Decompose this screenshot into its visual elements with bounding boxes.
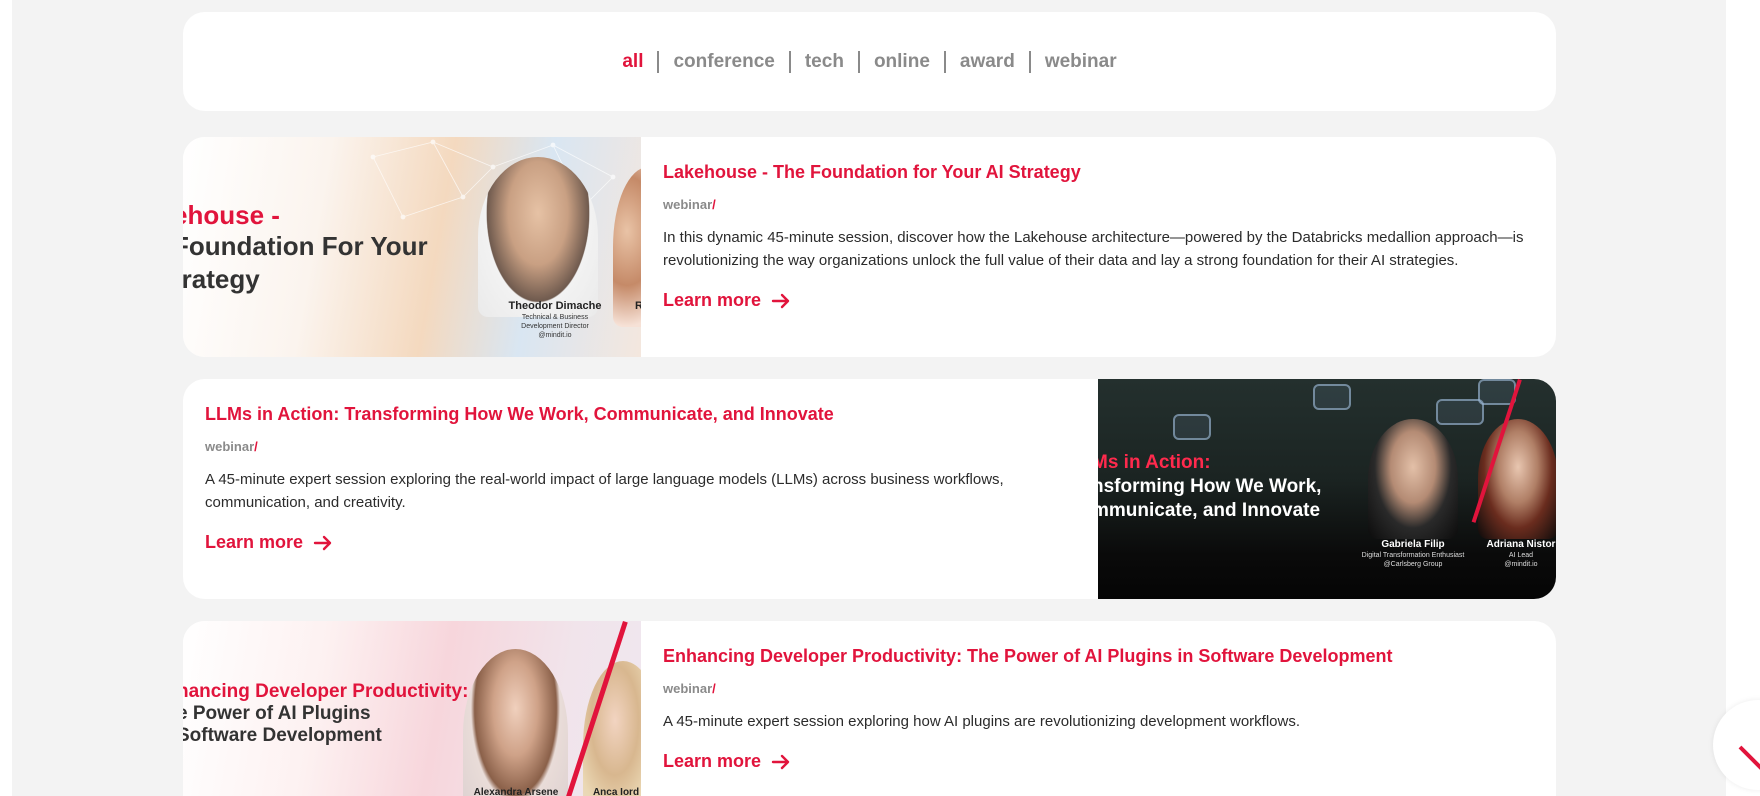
speaker-role: Digital Transformation Enthusiast xyxy=(1361,552,1465,559)
speaker-photo xyxy=(478,157,598,317)
banner-title-line2: nsforming How We Work, xyxy=(1098,476,1322,497)
event-description: A 45-minute expert session exploring the… xyxy=(205,471,1004,511)
speaker-role: Development Director xyxy=(521,323,589,330)
event-title[interactable]: Enhancing Developer Productivity: The Po… xyxy=(663,645,1533,667)
chat-bubble-decoration xyxy=(1313,384,1351,410)
event-card: nancing Developer Productivity: e Power … xyxy=(183,621,1556,796)
speaker-name: Gabriela Filip xyxy=(1381,539,1445,550)
speaker-photo xyxy=(1368,419,1458,539)
speaker-name: Adriana Nistor xyxy=(1486,539,1556,550)
event-card-body: LLMs in Action: Transforming How We Work… xyxy=(205,403,1045,553)
learn-more-label: Learn more xyxy=(205,532,304,552)
speaker-name: Alexandra Arsene xyxy=(473,787,559,796)
speaker-org: @mindit.io xyxy=(538,332,572,339)
speaker-name: Theodor Dimache xyxy=(508,300,602,312)
filter-award[interactable]: award xyxy=(946,51,1029,73)
speaker-org: @Carlsberg Group xyxy=(1383,561,1443,568)
filter-webinar[interactable]: webinar xyxy=(1031,51,1131,73)
filter-all[interactable]: all xyxy=(608,51,657,73)
tag-separator: / xyxy=(712,197,716,212)
learn-more-link[interactable]: Learn more xyxy=(205,532,333,553)
event-tag-label[interactable]: webinar xyxy=(205,439,254,454)
event-description: A 45-minute expert session exploring how… xyxy=(663,713,1301,730)
event-tag: webinar/ xyxy=(205,439,1045,454)
event-description: In this dynamic 45-minute session, disco… xyxy=(663,229,1524,269)
speaker-name: Anca Iord xyxy=(592,787,640,796)
speaker-photo xyxy=(463,649,568,796)
speaker-role: Technical & Business xyxy=(521,314,589,321)
banner-title-red: nancing Developer Productivity: xyxy=(183,681,469,702)
speaker-role: AI Lead xyxy=(1508,552,1534,559)
speaker-caption: Gabriela Filip Digital Transformation En… xyxy=(1348,538,1478,569)
learn-more-link[interactable]: Learn more xyxy=(663,290,791,311)
event-title[interactable]: LLMs in Action: Transforming How We Work… xyxy=(205,403,1045,425)
speaker-caption: Adriana Nistor AI Lead @mindit.io xyxy=(1486,538,1556,569)
filter-tech[interactable]: tech xyxy=(791,51,858,73)
event-banner-image[interactable]: Ms in Action: nsforming How We Work, mmu… xyxy=(1098,379,1556,599)
filter-online[interactable]: online xyxy=(860,51,944,73)
speaker-caption: R xyxy=(635,300,641,312)
event-tag-label[interactable]: webinar xyxy=(663,197,712,212)
category-filter-bar: all conference tech online award webinar xyxy=(183,12,1556,111)
speaker-org: @mindit.io xyxy=(1504,561,1538,568)
learn-more-label: Learn more xyxy=(663,290,762,310)
banner-title-line2: Foundation For Your xyxy=(183,231,428,261)
event-tag: webinar/ xyxy=(663,197,1533,212)
banner-title-red: ehouse - xyxy=(183,200,280,230)
event-card: LLMs in Action: Transforming How We Work… xyxy=(183,379,1556,599)
arrow-right-icon xyxy=(771,754,790,769)
event-banner-image[interactable]: ehouse - Foundation For Your trategy The… xyxy=(183,137,641,357)
arrow-right-icon xyxy=(771,293,790,308)
chat-bubble-decoration xyxy=(1436,399,1484,425)
banner-title-line3: Software Development xyxy=(183,725,382,746)
learn-more-label: Learn more xyxy=(663,751,762,771)
banner-title-line3: mmunicate, and Innovate xyxy=(1098,500,1321,521)
speaker-caption: Theodor Dimache Technical & Business Dev… xyxy=(505,300,605,340)
event-tag: webinar/ xyxy=(663,681,1533,696)
banner-title-line3: trategy xyxy=(183,264,260,294)
event-card-body: Lakehouse - The Foundation for Your AI S… xyxy=(663,161,1533,311)
event-tag-label[interactable]: webinar xyxy=(663,681,712,696)
tag-separator: / xyxy=(712,681,716,696)
chat-bubble-decoration xyxy=(1173,414,1211,440)
tag-separator: / xyxy=(254,439,258,454)
banner-title-red: Ms in Action: xyxy=(1098,452,1211,473)
event-card: ehouse - Foundation For Your trategy The… xyxy=(183,137,1556,357)
filter-conference[interactable]: conference xyxy=(659,51,788,73)
banner-title-line2: e Power of AI Plugins xyxy=(183,703,371,724)
arrow-right-icon xyxy=(313,535,332,550)
event-banner-image[interactable]: nancing Developer Productivity: e Power … xyxy=(183,621,641,796)
event-card-body: Enhancing Developer Productivity: The Po… xyxy=(663,645,1533,772)
event-title[interactable]: Lakehouse - The Foundation for Your AI S… xyxy=(663,161,1533,183)
learn-more-link[interactable]: Learn more xyxy=(663,751,791,772)
